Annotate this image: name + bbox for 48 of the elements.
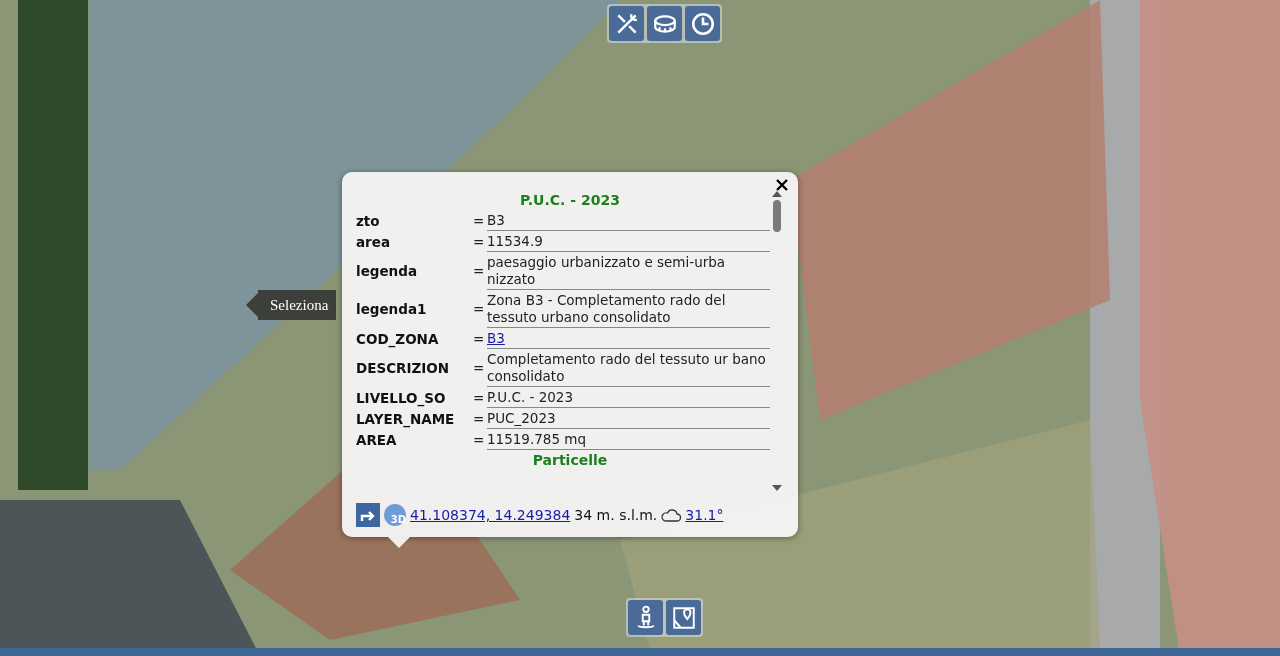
equals-sign: =	[473, 330, 486, 347]
attribute-name: LAYER_NAME	[356, 410, 456, 427]
section-heading: Particelle	[531, 451, 609, 470]
clock-icon	[689, 10, 716, 37]
equals-sign: =	[473, 301, 486, 317]
attribute-value: 11534.9	[487, 231, 770, 252]
equals-sign: =	[473, 212, 486, 229]
map-pin-icon	[670, 604, 697, 631]
attribute-value: paesaggio urbanizzato e semi-urba nizzato	[487, 252, 770, 290]
attribute-value: Completamento rado del tessuto ur bano consolidato	[487, 349, 770, 387]
elevation-text: 34 m. s.l.m.	[574, 507, 658, 523]
attribute-name: legenda1	[356, 301, 428, 317]
map-pin-button[interactable]	[666, 600, 701, 635]
attribute-name: zto	[356, 212, 381, 229]
attribute-value: Zona B3 - Completamento rado del tessuto urbano consolidato	[487, 290, 770, 328]
coordinates-link[interactable]: 41.108374, 14.249384	[410, 507, 571, 523]
zone-link[interactable]: B3	[487, 330, 505, 346]
attribute-value: 11519.785 mq	[487, 429, 770, 450]
directions-button[interactable]	[356, 503, 380, 527]
attribute-name: area	[356, 233, 392, 250]
equals-sign: =	[473, 263, 486, 279]
equals-sign: =	[473, 389, 486, 406]
scroll-down-icon[interactable]	[772, 484, 782, 492]
temperature-link[interactable]: 31.1°	[685, 507, 724, 523]
attribute-name: DESCRIZION	[356, 360, 451, 376]
history-button[interactable]	[685, 6, 720, 41]
attribute-name: LIVELLO_SO	[356, 389, 447, 406]
measure-button[interactable]	[647, 6, 682, 41]
cloud-icon	[661, 508, 682, 522]
attribute-name: AREA	[356, 431, 398, 448]
popup-title: P.U.C. - 2023	[519, 191, 621, 210]
attribute-value: B3	[487, 210, 770, 231]
tools-button[interactable]	[609, 6, 644, 41]
turn-arrow-icon	[360, 508, 376, 522]
equals-sign: =	[473, 360, 486, 376]
attribute-name: COD_ZONA	[356, 330, 440, 347]
scrollbar-thumb[interactable]	[773, 200, 781, 232]
attribute-value: P.U.C. - 2023	[487, 387, 770, 408]
attribute-value: PUC_2023	[487, 408, 770, 429]
attribute-name: legenda	[356, 263, 418, 279]
close-icon	[776, 179, 788, 191]
equals-sign: =	[473, 233, 486, 250]
equals-sign: =	[473, 410, 486, 427]
street-view-button[interactable]	[628, 600, 663, 635]
tooltip: Seleziona	[258, 290, 337, 320]
equals-sign: =	[473, 431, 486, 448]
scrollbar[interactable]	[770, 190, 784, 492]
scroll-up-icon[interactable]	[772, 190, 782, 198]
